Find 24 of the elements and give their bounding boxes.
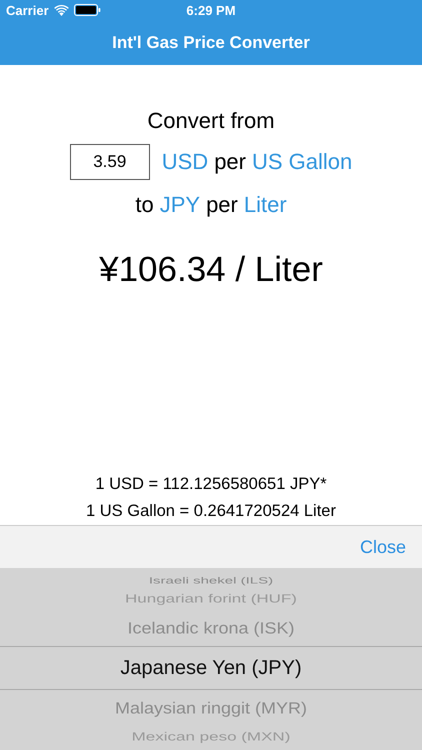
unit-link[interactable]: US Gallon bbox=[252, 149, 352, 175]
rate-text: 1 USD = 112.1256580651 JPY* bbox=[95, 475, 327, 494]
heading: Convert from bbox=[147, 108, 275, 133]
wifi-icon bbox=[54, 4, 69, 16]
nav-title: Int'l Gas Price Converter bbox=[112, 32, 310, 52]
picker-item[interactable]: Icelandic krona (ISK) bbox=[127, 612, 295, 644]
battery-icon bbox=[74, 4, 101, 16]
currency-link[interactable]: JPY bbox=[160, 192, 200, 217]
result-text: ¥106.34 / Liter bbox=[99, 250, 323, 289]
to-label: to bbox=[135, 192, 154, 217]
picker-item[interactable]: Mexican peso (MXN) bbox=[132, 729, 290, 745]
picker-item[interactable]: Hungarian forint (HUF) bbox=[125, 591, 297, 607]
unit-link[interactable]: Liter bbox=[244, 192, 287, 217]
per-label: per bbox=[214, 149, 246, 175]
amount-field[interactable]: 3.59 bbox=[70, 144, 150, 180]
currency-link[interactable]: USD bbox=[162, 149, 208, 175]
picker-item[interactable]: Japanese Yen (JPY) bbox=[0, 646, 422, 690]
rate-text: 1 US Gallon = 0.2641720524 Liter bbox=[86, 502, 336, 521]
status-time: 6:29 PM bbox=[186, 2, 236, 18]
close-button[interactable]: Close bbox=[360, 532, 406, 562]
per-label: per bbox=[206, 192, 238, 217]
picker-item[interactable]: Malaysian ringgit (MYR) bbox=[114, 692, 308, 724]
picker-item[interactable]: Israeli shekel (ILS) bbox=[148, 576, 274, 586]
carrier-label: Carrier bbox=[6, 2, 49, 18]
